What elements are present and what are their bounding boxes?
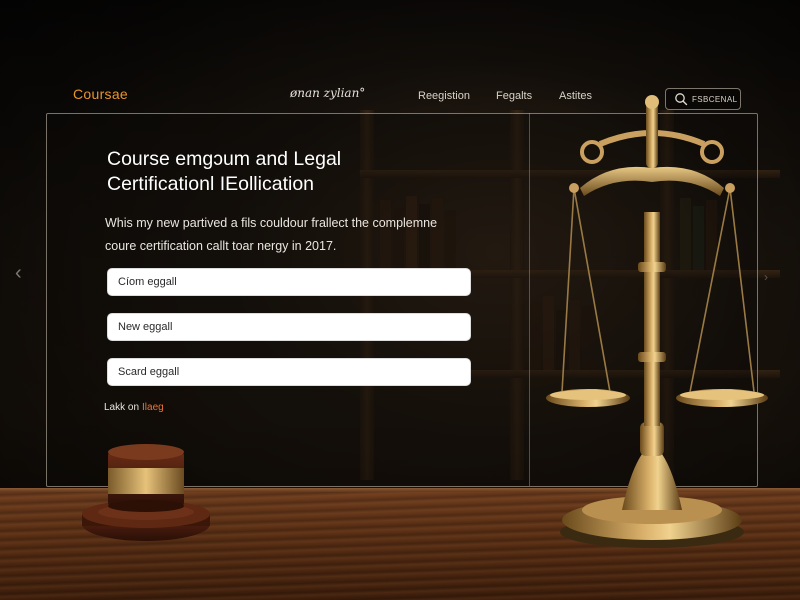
carousel-prev-icon[interactable]: ‹ [15, 262, 22, 285]
description-line-2: coure certification callt toar nergy in … [105, 239, 337, 253]
panel-divider [529, 113, 530, 486]
page-title: Course emgɔum and Legal Certificationl I… [107, 147, 437, 197]
email-field-3[interactable]: Scard eggall [107, 358, 471, 386]
email-field-1[interactable]: Cíom eggall [107, 268, 471, 296]
email-field-3-placeholder: Scard eggall [118, 366, 180, 378]
email-field-2-placeholder: New eggall [118, 321, 173, 333]
login-prompt: Lakk on Ilaeg [104, 402, 164, 413]
email-field-1-placeholder: Cíom eggall [118, 276, 177, 288]
description-line-1: Whis my new partived a fils couldour fra… [105, 216, 438, 230]
page-title-line-2: Certificationl IEollication [107, 173, 315, 195]
login-prompt-text: Lakk on [104, 402, 140, 413]
login-link[interactable]: Ilaeg [142, 402, 164, 413]
page-description: Whis my new partived a fils couldour fra… [105, 212, 505, 258]
page-title-line-1: Course emgɔum and Legal [107, 148, 342, 170]
scales-of-justice-icon [546, 95, 768, 548]
brand-link[interactable]: Coursae [73, 86, 128, 102]
nav-item-fees[interactable]: Fegalts [496, 90, 532, 102]
email-field-2[interactable]: New eggall [107, 313, 471, 341]
gavel-icon [82, 444, 210, 541]
logo-wordmark[interactable]: ønan zylian° [290, 86, 365, 100]
nav-item-registration[interactable]: Reegistion [418, 90, 470, 102]
